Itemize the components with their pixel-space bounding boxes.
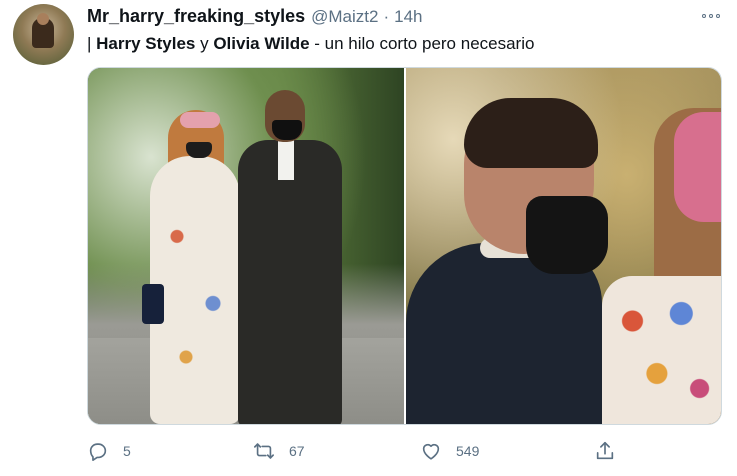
reply-count: 5 bbox=[123, 443, 131, 459]
avatar[interactable] bbox=[13, 4, 74, 65]
mention-harry-styles: Harry Styles bbox=[96, 34, 196, 53]
text-prefix: | bbox=[87, 34, 97, 53]
photo-bag bbox=[142, 284, 164, 324]
photo-woman-headband bbox=[674, 112, 721, 222]
display-name[interactable]: Mr_harry_freaking_styles bbox=[87, 6, 305, 27]
reply-icon bbox=[89, 443, 107, 461]
photo-man-mask bbox=[526, 196, 608, 274]
reply-button[interactable]: 5 bbox=[87, 438, 131, 464]
photo-right[interactable] bbox=[406, 68, 721, 424]
photo-woman-headband bbox=[180, 112, 220, 128]
timestamp[interactable]: 14h bbox=[394, 7, 422, 27]
more-icon[interactable] bbox=[696, 6, 726, 26]
more-dot bbox=[702, 14, 706, 18]
retweet-button[interactable]: 67 bbox=[253, 438, 305, 464]
photo-man-mask bbox=[272, 120, 302, 140]
mention-olivia-wilde: Olivia Wilde bbox=[213, 34, 310, 53]
photo-woman-dress bbox=[602, 276, 721, 424]
like-count: 549 bbox=[456, 443, 480, 459]
share-button[interactable] bbox=[594, 438, 616, 464]
separator-dot: · bbox=[383, 7, 390, 26]
user-handle[interactable]: @Maizt2 bbox=[311, 7, 378, 27]
photo-left[interactable] bbox=[88, 68, 404, 424]
more-dot bbox=[716, 14, 720, 18]
heart-icon bbox=[422, 443, 440, 460]
photo-woman-mask bbox=[186, 142, 212, 158]
tweet-text: | Harry Styles y Olivia Wilde - un hilo … bbox=[87, 34, 534, 54]
photo-man-suit bbox=[238, 140, 342, 424]
action-bar: 5 67 549 bbox=[87, 438, 647, 464]
retweet-count: 67 bbox=[289, 443, 305, 459]
tweet-header: Mr_harry_freaking_styles @Maizt2 · 14h bbox=[87, 6, 423, 28]
like-button[interactable]: 549 bbox=[420, 438, 479, 464]
media-grid bbox=[87, 67, 722, 425]
retweet-icon bbox=[254, 443, 274, 459]
text-middle: y bbox=[195, 34, 214, 53]
share-icon bbox=[596, 441, 614, 460]
avatar-head bbox=[37, 13, 49, 25]
text-suffix: - un hilo corto pero necesario bbox=[309, 34, 535, 53]
photo-man-hair bbox=[464, 98, 598, 168]
photo-man-shirt bbox=[278, 140, 294, 180]
more-dot bbox=[709, 14, 713, 18]
